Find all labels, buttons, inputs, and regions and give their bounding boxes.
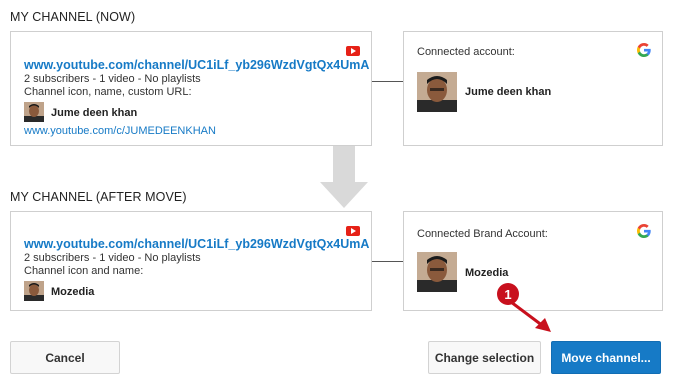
google-icon [637, 224, 651, 238]
channel-details-label: Channel icon and name: [24, 265, 144, 277]
connector-line [372, 261, 403, 262]
youtube-icon [346, 226, 360, 236]
google-icon [637, 43, 651, 57]
account-name: Jume deen khan [465, 86, 552, 98]
channel-card-after: www.youtube.com/channel/UC1iLf_yb296WzdV… [10, 211, 372, 311]
channel-details-label: Channel icon, name, custom URL: [24, 86, 192, 98]
connected-brand-account-label: Connected Brand Account: [417, 228, 548, 240]
channel-card-now: www.youtube.com/channel/UC1iLf_yb296WzdV… [10, 31, 372, 146]
cancel-button[interactable]: Cancel [10, 341, 120, 374]
account-name: Mozedia [465, 267, 509, 279]
down-arrow-icon [320, 146, 368, 208]
channel-url[interactable]: www.youtube.com/channel/UC1iLf_yb296WzdV… [24, 237, 369, 251]
avatar [24, 281, 44, 301]
account-avatar [417, 252, 457, 292]
connector-line [372, 81, 403, 82]
section-title-now: MY CHANNEL (NOW) [10, 10, 136, 24]
section-title-after: MY CHANNEL (AFTER MOVE) [10, 190, 187, 204]
connected-account-label: Connected account: [417, 46, 515, 58]
account-card-now: Connected account: Jume deen khan [403, 31, 663, 146]
channel-stats: 2 subscribers - 1 video - No playlists [24, 252, 201, 264]
change-selection-button[interactable]: Change selection [428, 341, 541, 374]
account-avatar [417, 72, 457, 112]
custom-url[interactable]: www.youtube.com/c/JUMEDEENKHAN [24, 125, 216, 137]
red-arrow-icon [510, 300, 551, 332]
channel-url[interactable]: www.youtube.com/channel/UC1iLf_yb296WzdV… [24, 58, 369, 72]
avatar [24, 102, 44, 122]
youtube-icon [346, 46, 360, 56]
channel-stats: 2 subscribers - 1 video - No playlists [24, 73, 201, 85]
channel-name: Jume deen khan [51, 107, 138, 119]
move-channel-button[interactable]: Move channel... [551, 341, 661, 374]
channel-name: Mozedia [51, 286, 95, 298]
